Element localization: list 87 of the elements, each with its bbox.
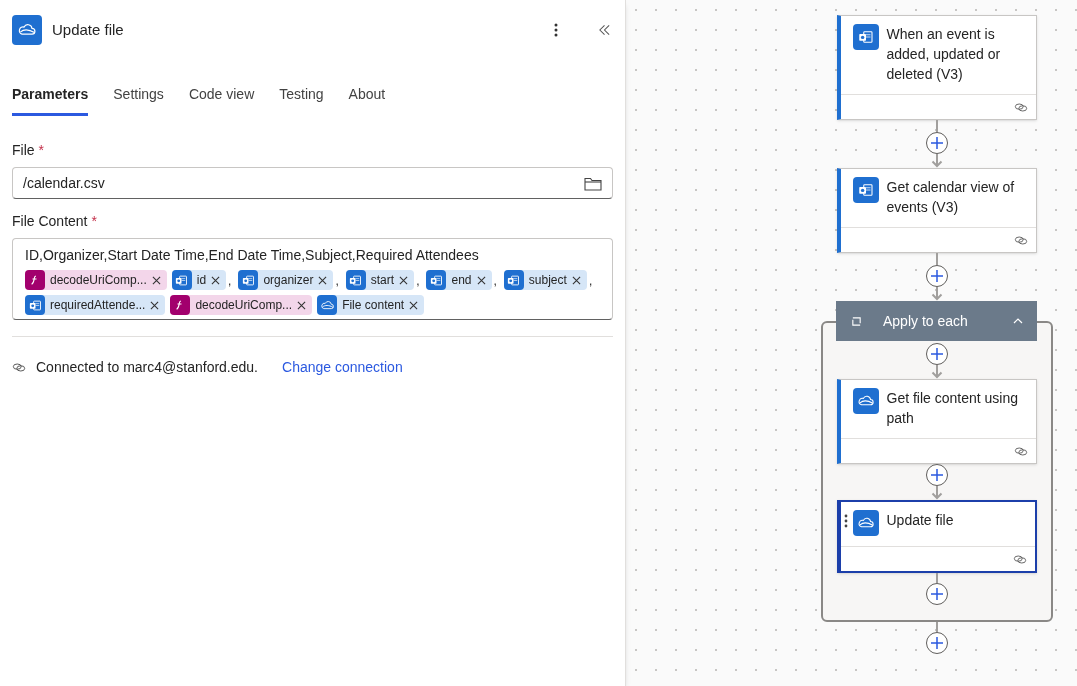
loop-header[interactable]: Apply to each [836,301,1037,341]
plus-icon [929,468,944,482]
plus-icon [929,136,944,150]
folder-icon[interactable] [584,175,602,191]
file-content-field[interactable]: ID,Organizer,Start Date Time,End Date Time,Subject,Required Attendees decodeUriComp... id , organizer , start , end , subject , requiredAttende... decodeUriComp... File content [12,238,613,320]
add-step-button[interactable] [925,583,948,605]
close-icon[interactable] [409,300,419,310]
action-title: Get calendar view of events (V3) [886,178,1016,217]
calendar-app-icon [345,270,366,290]
cloud-icon [852,510,879,536]
close-icon[interactable] [297,300,307,310]
plus-icon [929,587,944,601]
calendar-app-icon [852,177,879,203]
calendar-app-icon [171,270,192,290]
link-icon [1012,553,1027,565]
function-icon [25,270,45,290]
tab[interactable]: About [348,82,386,116]
connection-text: Connected to marc4@stanford.edu. [36,358,258,377]
action-title: Update file [886,511,954,530]
token-chip[interactable]: id [171,270,227,290]
change-connection-link[interactable]: Change connection [282,357,403,378]
action-card[interactable]: When an event is added, updated or deleted (V3) [836,15,1037,120]
drag-handle-icon[interactable] [843,514,848,528]
separator-text: , [415,273,421,290]
close-icon[interactable] [476,275,486,285]
token-chip[interactable]: end [426,270,492,290]
tab[interactable]: Code view [188,82,255,116]
loop-icon [850,315,863,327]
separator-text: , [334,273,340,290]
close-icon[interactable] [211,275,221,285]
separator-text: , [492,273,498,290]
link-icon [12,362,26,373]
separator-text: , [587,273,594,290]
action-title: Get file content using path [886,389,1020,428]
add-step-button[interactable] [925,343,948,365]
calendar-app-icon [238,270,259,290]
add-step-button[interactable] [925,265,948,287]
required-mark: * [91,212,97,231]
close-icon[interactable] [318,275,328,285]
action-card[interactable]: Get calendar view of events (V3) [836,168,1037,253]
action-card[interactable]: Update file [836,500,1037,573]
function-icon [170,295,191,315]
field-label: File Content [12,212,88,231]
required-mark: * [38,141,44,160]
separator-text: , [227,273,233,290]
close-icon[interactable] [571,275,581,285]
tab[interactable]: Parameters [12,82,89,116]
cloud-icon [12,15,42,45]
field-label: File [12,141,35,160]
add-step-button[interactable] [925,632,948,654]
tab[interactable]: Settings [113,82,164,116]
calendar-app-icon [426,270,447,290]
action-card[interactable]: Get file content using path [836,379,1037,464]
close-icon[interactable] [399,275,409,285]
file-field[interactable]: /calendar.csv [12,167,613,199]
collapse-icon[interactable] [598,24,611,36]
panel-title: Update file [52,19,125,40]
token-chip[interactable]: requiredAttende... [25,295,166,315]
connector-arrow [930,154,943,168]
add-step-button[interactable] [925,464,948,486]
token-chip[interactable]: File content [317,295,425,315]
plus-icon [929,636,944,650]
connector-arrow [930,486,943,500]
connector-arrow [930,365,943,379]
tab[interactable]: Testing [279,82,324,116]
plus-icon [929,347,944,361]
link-icon [1013,445,1028,457]
token-chip[interactable]: subject [503,270,587,290]
plus-icon [929,269,944,283]
calendar-app-icon [25,295,45,315]
token-chip[interactable]: decodeUriComp... [25,270,167,290]
more-options-icon[interactable] [554,23,558,37]
add-step-button[interactable] [925,132,948,154]
token-chip[interactable]: organizer [238,270,334,290]
action-title: When an event is added, updated or deleted (V3) [886,25,1002,84]
link-icon [1013,234,1028,246]
token-chip[interactable]: decodeUriComp... [170,295,313,315]
connector-arrow [930,287,943,301]
calendar-app-icon [503,270,524,290]
chevron-up-icon[interactable] [1013,318,1023,324]
close-icon[interactable] [150,300,160,310]
link-icon [1013,101,1028,113]
cloud-icon [317,295,338,315]
close-icon[interactable] [151,275,161,285]
cloud-icon [852,388,879,414]
token-chip[interactable]: start [345,270,415,290]
calendar-app-icon [852,24,879,50]
